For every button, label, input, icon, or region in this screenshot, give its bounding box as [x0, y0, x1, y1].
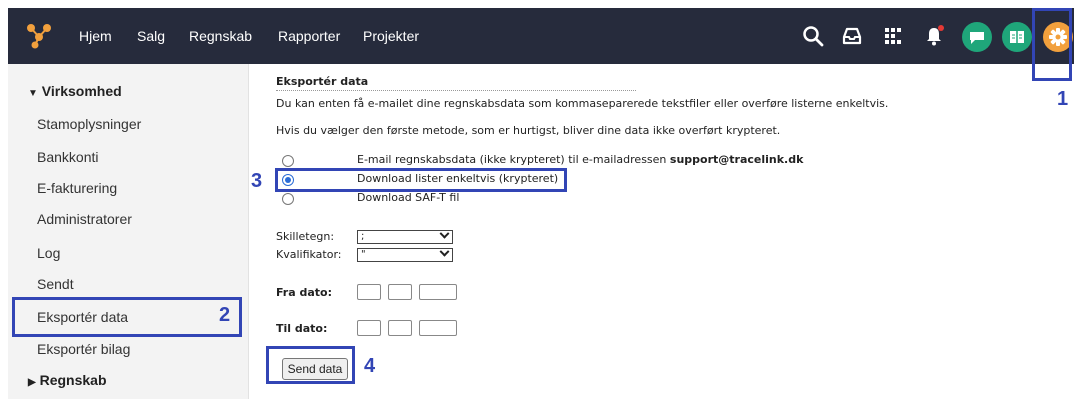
to-year-input[interactable]: [419, 320, 457, 336]
annotation-number-1: 1: [1057, 88, 1069, 110]
chevron-down-icon: [439, 246, 450, 257]
chat-icon[interactable]: [962, 22, 992, 52]
book-icon[interactable]: [1002, 22, 1032, 52]
separator-select[interactable]: ;: [357, 228, 453, 244]
radio-saft-label: Download SAF-T fil: [357, 191, 460, 204]
page-title: Eksportér data: [276, 75, 636, 91]
to-month-input[interactable]: [388, 320, 412, 336]
annotation-box-1: [1032, 8, 1072, 81]
nav-projekter[interactable]: Projekter: [363, 28, 419, 44]
qualifier-select[interactable]: ": [357, 246, 453, 262]
apps-grid-icon[interactable]: [881, 24, 905, 48]
logo-icon[interactable]: [26, 23, 52, 49]
sidebar-item-log[interactable]: Log: [37, 245, 60, 261]
sidebar: ▼ Virksomhed Stamoplysninger Bankkonti E…: [8, 64, 249, 399]
radio-saft[interactable]: [282, 193, 294, 205]
inbox-icon[interactable]: [840, 24, 864, 48]
annotation-number-4: 4: [364, 355, 376, 377]
sidebar-section-regnskab[interactable]: ▶ Regnskab: [28, 372, 107, 388]
sidebar-item-bankkonti[interactable]: Bankkonti: [37, 149, 98, 165]
sidebar-section-virksomhed[interactable]: ▼ Virksomhed: [28, 83, 122, 99]
top-navigation-bar: Hjem Salg Regnskab Rapporter Projekter: [8, 8, 1074, 64]
sidebar-item-stamoplysninger[interactable]: Stamoplysninger: [37, 116, 141, 132]
caret-down-icon: ▼: [28, 88, 38, 99]
qualifier-label: Kvalifikator:: [276, 248, 342, 261]
nav-hjem[interactable]: Hjem: [79, 28, 112, 44]
radio-email-label: E-mail regnskabsdata (ikke krypteret) ti…: [357, 153, 804, 166]
search-icon[interactable]: [801, 24, 825, 48]
from-day-input[interactable]: [357, 284, 381, 300]
warning-text: Hvis du vælger den første metode, som er…: [276, 124, 781, 137]
caret-right-icon: ▶: [28, 377, 36, 388]
annotation-box-4: [266, 346, 355, 384]
sidebar-item-administratorer[interactable]: Administratorer: [37, 211, 132, 227]
sidebar-item-eksporter-bilag[interactable]: Eksportér bilag: [37, 341, 130, 357]
nav-rapporter[interactable]: Rapporter: [278, 28, 340, 44]
sidebar-item-e-fakturering[interactable]: E-fakturering: [37, 180, 117, 196]
chevron-down-icon: [439, 228, 450, 239]
from-year-input[interactable]: [419, 284, 457, 300]
nav-salg[interactable]: Salg: [137, 28, 165, 44]
intro-text: Du kan enten få e-mailet dine regnskabsd…: [276, 97, 889, 110]
separator-label: Skilletegn:: [276, 230, 335, 243]
bell-icon[interactable]: [922, 24, 946, 48]
to-date-label: Til dato:: [276, 322, 328, 335]
annotation-box-2: [12, 297, 242, 337]
radio-email[interactable]: [282, 155, 294, 167]
from-date-label: Fra dato:: [276, 286, 332, 299]
to-day-input[interactable]: [357, 320, 381, 336]
nav-regnskab[interactable]: Regnskab: [189, 28, 252, 44]
main-content: Eksportér data Du kan enten få e-mailet …: [262, 64, 1062, 399]
from-month-input[interactable]: [388, 284, 412, 300]
annotation-number-3: 3: [251, 170, 263, 192]
sidebar-item-sendt[interactable]: Sendt: [37, 276, 74, 292]
annotation-number-2: 2: [219, 304, 231, 326]
annotation-box-3: [275, 168, 567, 192]
